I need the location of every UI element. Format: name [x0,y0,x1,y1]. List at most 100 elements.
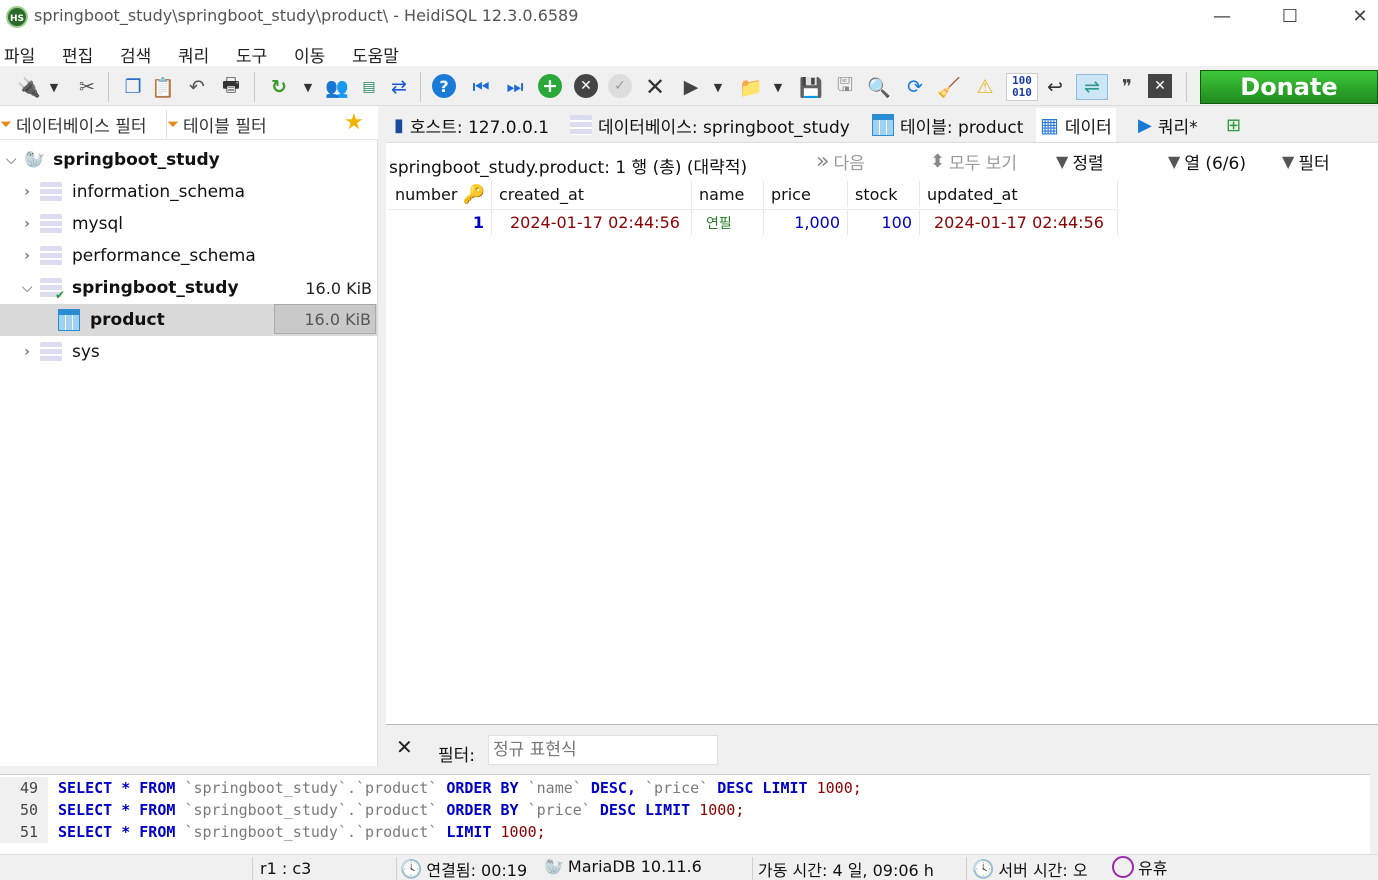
replace-icon[interactable]: ⟳ [902,74,928,100]
maximize-button[interactable]: ☐ [1270,4,1310,30]
toolbar-separator [1186,72,1187,102]
disconnect-icon[interactable]: ✂ [74,74,100,100]
tree-item-sys[interactable]: › sys [0,336,378,368]
user-manager-icon[interactable]: 👥 [324,74,350,100]
delete-record-icon[interactable]: ✕ [574,74,598,98]
tree-item-performance-schema[interactable]: › performance_schema [0,240,378,272]
connect-plug-icon[interactable]: 🔌 [16,74,42,100]
open-dropdown-icon[interactable]: ▼ [770,74,786,100]
expand-chevron-icon[interactable]: › [20,184,34,200]
warning-icon[interactable]: ⚠ [972,74,998,100]
table-cell-updated-at[interactable]: 2024-01-17 02:44:56 [920,209,1118,235]
table-cell-stock[interactable]: 100 [848,209,920,235]
column-header-price[interactable]: price [764,181,848,207]
minimize-button[interactable]: — [1202,4,1242,30]
column-header-name[interactable]: name [692,181,764,207]
menu-file[interactable]: 파일 [4,42,35,67]
first-record-icon[interactable]: ⏮ [468,74,494,100]
binary-mode-icon[interactable]: 100 010 [1006,73,1038,101]
expand-chevron-icon[interactable]: › [20,344,34,360]
connected-time-label: 연결됨: 00:19 [426,861,528,880]
cancel-edit-icon[interactable]: ✕ [642,73,668,101]
run-query-icon[interactable]: ▶ [678,74,704,100]
menu-query[interactable]: 쿼리 [178,42,209,67]
tree-item-server[interactable]: ⌵ 🦭 springboot_study [0,144,378,176]
menu-search[interactable]: 검색 [120,42,151,67]
sql-log-line[interactable]: 51 SELECT * FROM `springboot_study`.`prod… [0,821,1370,843]
sql-log-line[interactable]: 49 SELECT * FROM `springboot_study`.`prod… [0,777,1370,799]
find-icon[interactable]: 🔍 [866,74,892,100]
refresh-icon[interactable]: ↻ [266,74,292,100]
sql-log[interactable]: 49 SELECT * FROM `springboot_study`.`prod… [0,774,1370,854]
tree-item-product-table[interactable]: product 16.0 KiB [0,304,378,336]
columns-button[interactable]: ▼ 열 (6/6) [1168,149,1246,174]
save-as-icon[interactable]: 🖫 [832,74,858,100]
sql-token: ORDER BY [446,801,528,819]
post-record-icon[interactable]: ✓ [608,74,632,98]
expand-chevron-icon[interactable]: › [20,248,34,264]
double-chevron-icon: » [816,149,830,174]
title-bar: HS springboot_study\springboot_study\pro… [0,0,1378,36]
run-dropdown-icon[interactable]: ▼ [710,74,726,100]
sort-button[interactable]: ▼ 정렬 [1056,149,1104,174]
tree-item-information-schema[interactable]: › information_schema [0,176,378,208]
menu-go[interactable]: 이동 [294,42,325,67]
line-number: 49 [0,777,48,799]
auto-refresh-icon[interactable]: ⇌ [1076,74,1108,100]
tab-database[interactable]: 데이터베이스: springboot_study [566,108,854,142]
sql-token: * [121,779,140,797]
sql-token: FROM [139,801,185,819]
add-record-icon[interactable]: + [538,74,562,98]
export-csv-icon[interactable]: ▤ [356,74,382,100]
column-header-stock[interactable]: stock [848,181,920,207]
refresh-dropdown-icon[interactable]: ▼ [300,74,316,100]
clear-icon[interactable]: 🧹 [936,74,962,100]
connect-dropdown-icon[interactable]: ▼ [46,74,62,100]
table-cell-price[interactable]: 1,000 [764,209,848,235]
paste-icon[interactable]: 📋 [150,74,176,100]
next-button[interactable]: » 다음 [816,149,865,174]
donate-button[interactable]: Donate [1200,70,1378,104]
column-header-updated-at[interactable]: updated_at [920,181,1118,207]
print-icon[interactable]: 🖶 [218,74,244,100]
collapse-chevron-icon[interactable]: ⌵ [20,280,34,296]
open-folder-icon[interactable]: 📁 [738,74,764,100]
new-query-tab-button[interactable]: ⊞ [1222,108,1245,142]
menu-tools[interactable]: 도구 [236,42,267,67]
tree-item-springboot-study-db[interactable]: ⌵ ✔ springboot_study 16.0 KiB [0,272,378,304]
copy-icon[interactable]: ❐ [120,74,146,100]
regex-filter-input[interactable] [488,735,718,765]
help-icon[interactable]: ? [432,74,456,98]
tab-host[interactable]: ▮ 호스트: 127.0.0.1 [390,108,553,142]
menu-edit[interactable]: 편집 [62,42,93,67]
tree-item-mysql[interactable]: › mysql [0,208,378,240]
table-cell-created-at[interactable]: 2024-01-17 02:44:56 [492,209,692,235]
menu-help[interactable]: 도움말 [352,42,399,67]
column-header-created-at[interactable]: created_at [492,181,692,207]
tab-data[interactable]: ▦ 데이터 [1036,108,1116,142]
sync-icon[interactable]: ⇄ [386,74,412,100]
close-filter-icon[interactable]: ✕ [396,735,413,759]
word-wrap-icon[interactable]: ↩ [1042,74,1068,100]
show-all-button[interactable]: ⬍ 모두 보기 [930,149,1017,174]
favorite-star-icon[interactable]: ★ [344,110,364,135]
server-time-label: 서버 시간: 오 [998,861,1088,880]
tab-query[interactable]: ▶ 쿼리* [1134,108,1202,142]
format-icon[interactable]: ❞ [1114,74,1140,100]
undo-icon[interactable]: ↶ [184,74,210,100]
sql-token: DESC, [590,779,646,797]
close-window-button[interactable]: ✕ [1340,4,1378,30]
close-tab-icon[interactable]: ✕ [1148,74,1172,98]
expand-chevron-icon[interactable]: › [20,216,34,232]
save-icon[interactable]: 💾 [798,74,824,100]
table-cell-name[interactable]: 연필 [692,209,764,235]
last-record-icon[interactable]: ⏭ [502,74,528,100]
tab-table[interactable]: 테이블: product [868,108,1027,142]
collapse-chevron-icon[interactable]: ⌵ [4,152,18,168]
table-filter-input[interactable]: ⏷ 테이블 필터 [166,110,338,138]
column-header-number[interactable]: number 🔑 [388,181,492,207]
database-filter-input[interactable]: ⏷ 데이터베이스 필터 [0,110,164,138]
filter-button[interactable]: ▼ 필터 [1282,149,1330,174]
sql-log-line[interactable]: 50 SELECT * FROM `springboot_study`.`prod… [0,799,1370,821]
table-cell-number[interactable]: 1 [388,209,492,235]
